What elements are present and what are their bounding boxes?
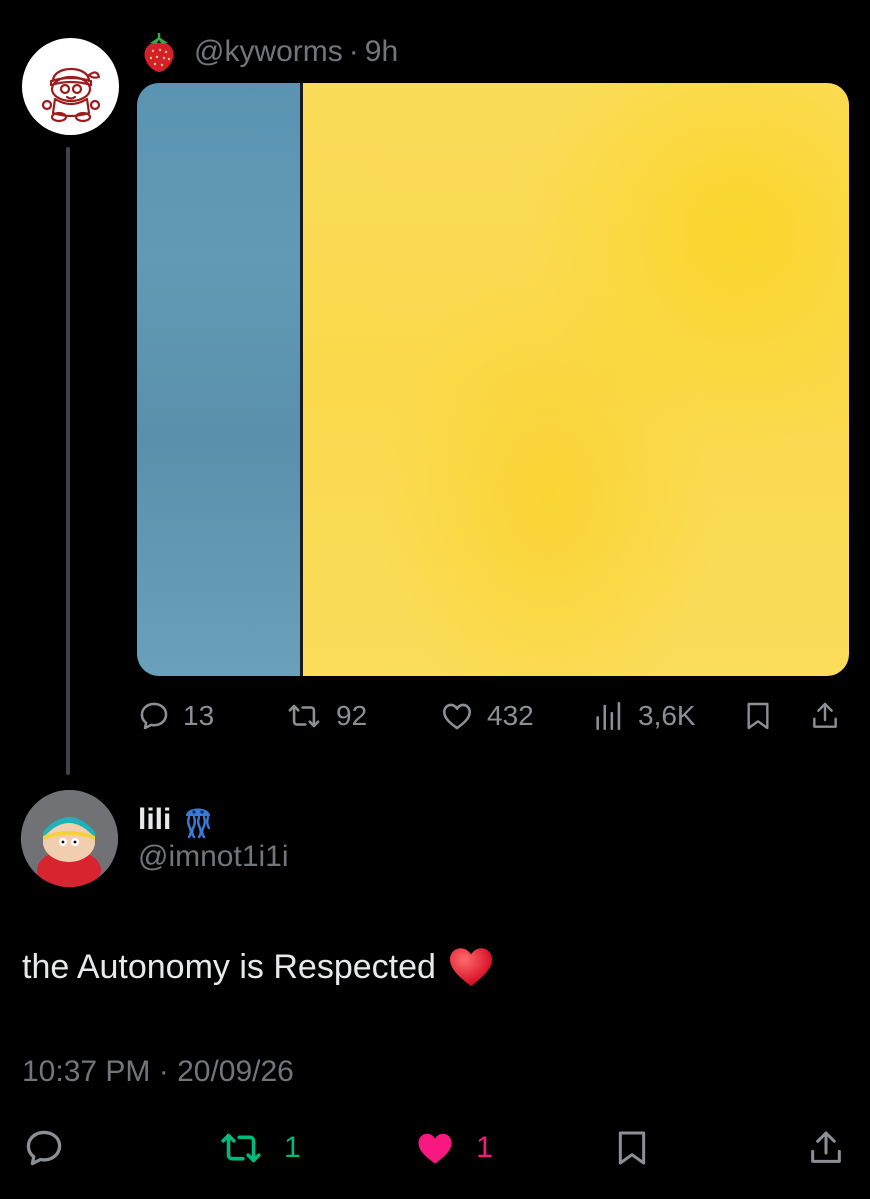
repost-button[interactable]: 92 (284, 694, 367, 738)
reply-like-count: 1 (476, 1131, 493, 1164)
reply-author-avatar[interactable] (21, 790, 118, 887)
bookmark-icon (747, 702, 769, 730)
heart-filled-icon (418, 1133, 452, 1164)
quoted-handle[interactable]: @kyworms (194, 35, 343, 69)
repost-icon (288, 704, 320, 728)
cartman-avatar-icon (21, 790, 118, 887)
views-icon (596, 701, 621, 731)
repost-icon (221, 1133, 261, 1163)
quoted-time[interactable]: 9h (365, 35, 398, 69)
separator-dot: · (348, 35, 359, 68)
reply-count: 13 (183, 700, 215, 731)
red-heart-icon (449, 948, 492, 987)
post-media-image[interactable] (137, 83, 849, 676)
thread-line (66, 147, 70, 775)
bookmark-button[interactable] (742, 694, 774, 738)
reply-handle[interactable]: @imnot1i1i (138, 840, 289, 874)
share-icon (813, 702, 837, 728)
reply-share-button[interactable] (806, 1124, 846, 1172)
reply-text-row: the Autonomy is Respected (22, 946, 494, 988)
strawberry-icon (144, 33, 174, 72)
quoted-post-header: @kyworms · 9h (140, 28, 398, 76)
reply-timestamp[interactable]: 10:37 PM · 20/09/26 (22, 1055, 294, 1089)
jellyfish-icon (186, 808, 211, 839)
reply-reply-button[interactable] (22, 1124, 66, 1172)
share-icon (811, 1131, 841, 1163)
reply-author-name-row: lili (138, 800, 213, 840)
views-count: 3,6K (638, 700, 696, 731)
reply-like-button[interactable]: 1 (412, 1124, 493, 1172)
reply-repost-button[interactable]: 1 (216, 1124, 301, 1172)
reply-icon (26, 1130, 62, 1166)
reply-display-name[interactable]: lili (138, 803, 171, 837)
repost-count: 92 (336, 700, 368, 731)
views-button[interactable]: 3,6K (592, 694, 696, 738)
heart-icon (442, 703, 472, 730)
quoted-author-avatar[interactable] (22, 38, 119, 135)
quoted-action-bar: 13 92 432 3,6K (137, 694, 849, 738)
reply-repost-count: 1 (284, 1131, 301, 1164)
reply-button[interactable]: 13 (137, 694, 214, 738)
media-blue-panel (137, 83, 303, 676)
reply-bookmark-button[interactable] (612, 1124, 652, 1172)
like-button[interactable]: 432 (439, 694, 534, 738)
bookmark-icon (618, 1131, 646, 1165)
like-count: 432 (487, 700, 534, 731)
share-button[interactable] (809, 694, 841, 738)
reply-text: the Autonomy is Respected (22, 947, 436, 986)
media-yellow-panel (303, 83, 849, 676)
reply-icon (140, 702, 168, 730)
cartoon-character-icon (41, 67, 100, 122)
